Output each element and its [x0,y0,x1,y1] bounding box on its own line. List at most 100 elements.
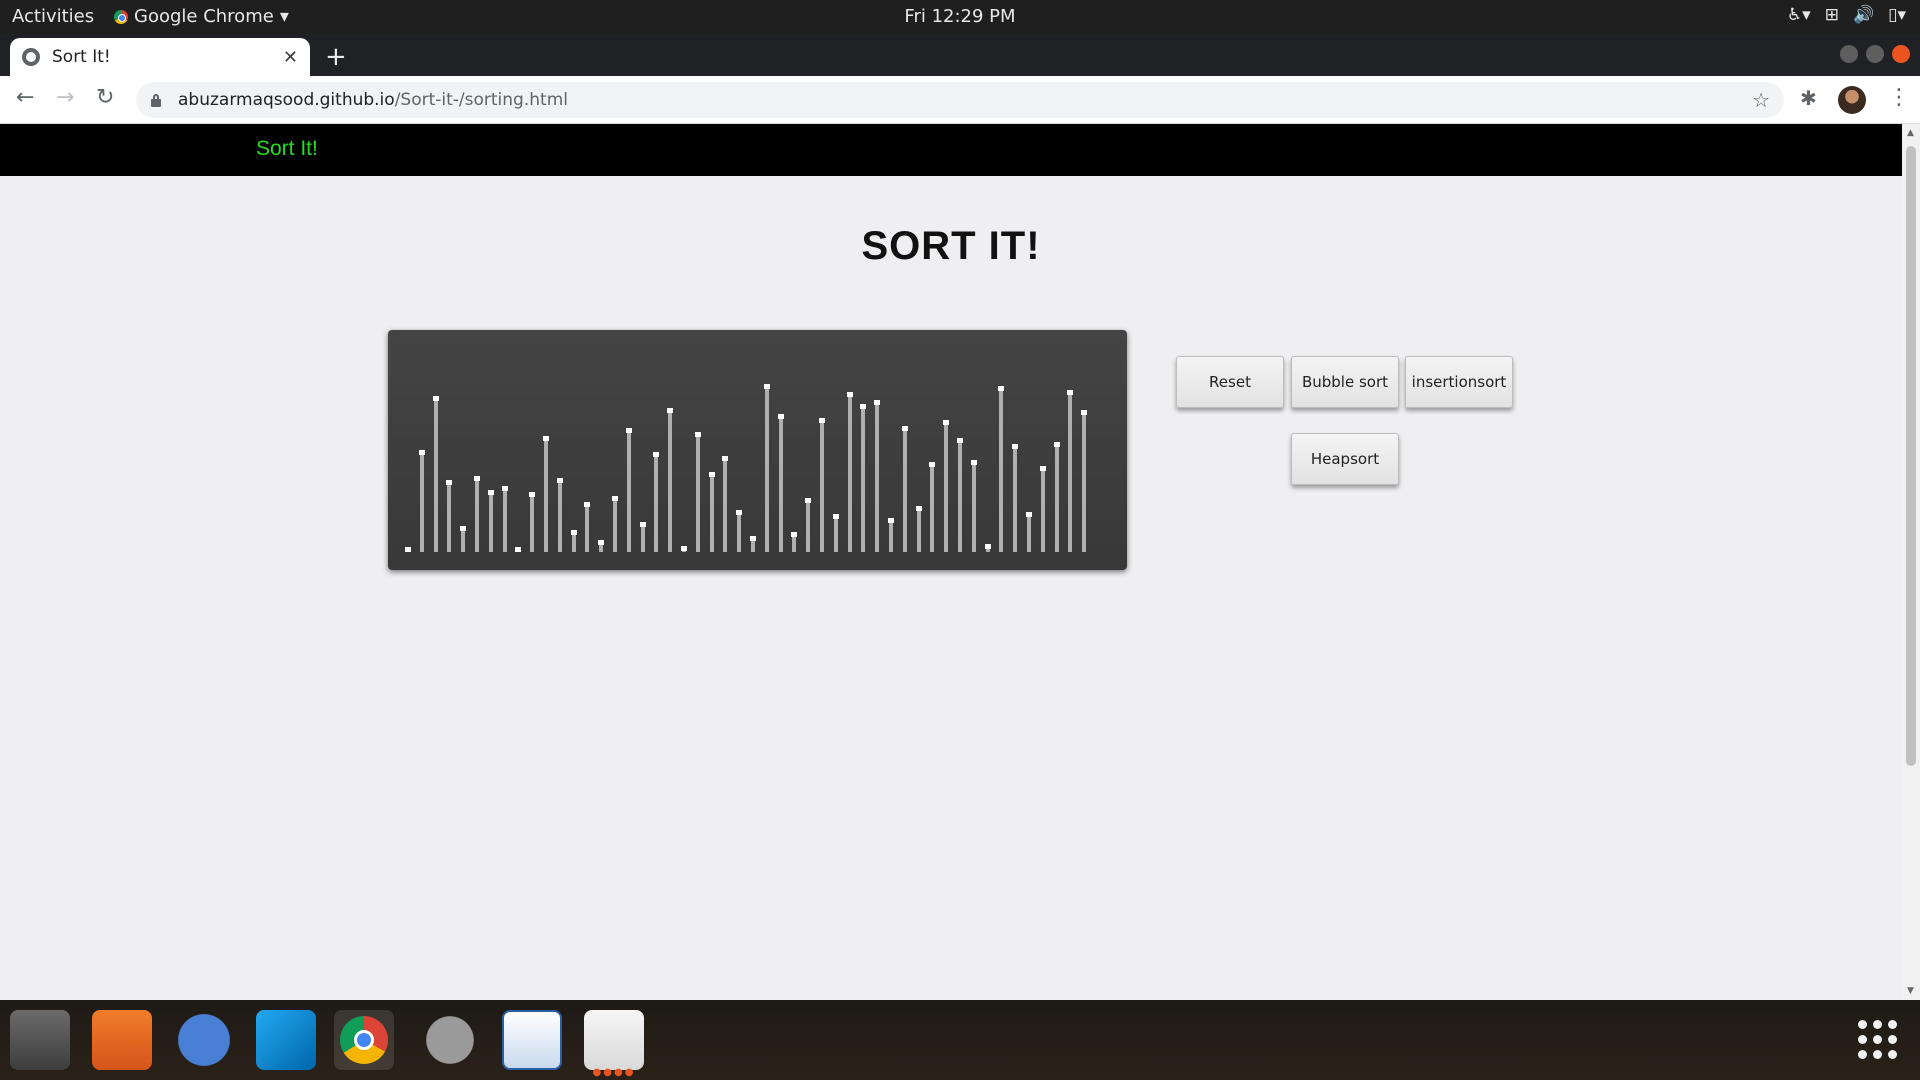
array-bar [1012,444,1019,552]
close-icon[interactable]: ✕ [283,47,298,68]
image-viewer-icon[interactable] [502,1010,562,1070]
software-icon[interactable] [92,1010,152,1070]
array-bar [984,544,991,552]
close-window-button[interactable] [1892,45,1910,63]
chrome-icon[interactable] [334,1010,394,1070]
system-tray[interactable]: ♿▾ ⊞ 🔊 ▯▾ [1787,5,1906,25]
page-title: SORT IT! [861,224,1041,268]
lock-icon[interactable] [150,93,162,107]
battery-icon[interactable]: ▯▾ [1888,5,1906,25]
scrollbar-thumb[interactable] [1906,146,1916,766]
extensions-icon[interactable]: ✱ [1800,86,1817,110]
array-bar [432,396,439,552]
array-bar [708,472,715,552]
array-bar [736,510,743,552]
site-navbar: Sort It! [0,124,1902,176]
array-bar [515,547,522,552]
array-bar [694,432,701,552]
scroll-down-icon[interactable]: ▼ [1907,986,1914,996]
help-icon[interactable] [174,1010,234,1070]
accessibility-icon[interactable]: ♿▾ [1787,5,1811,25]
array-bar [598,540,605,552]
clock[interactable]: Fri 12:29 PM [904,6,1015,27]
site-brand-link[interactable]: Sort It! [256,137,318,161]
volume-icon[interactable]: 🔊 [1853,5,1874,25]
kebab-menu-icon[interactable]: ⋮ [1888,85,1910,110]
forward-button[interactable]: → [56,85,74,110]
new-tab-button[interactable]: + [325,42,347,72]
array-bar [1081,410,1088,552]
vscode-icon[interactable] [256,1010,316,1070]
array-bar [418,450,425,552]
array-bar [1067,390,1074,552]
array-bar [970,460,977,552]
running-indicator: ●●●● [592,1067,636,1078]
array-bar [888,518,894,552]
array-bar [832,514,839,552]
bookmark-star-icon[interactable]: ☆ [1752,88,1770,112]
array-bar [1039,466,1046,552]
network-icon[interactable]: ⊞ [1825,5,1839,25]
app-menu-label: Google Chrome [134,6,274,27]
array-bar [667,408,674,552]
chrome-icon [114,9,128,24]
settings-icon[interactable] [420,1010,480,1070]
page-viewport: Sort It! SORT IT! Reset Bubble sort inse… [0,124,1920,1000]
scroll-up-icon[interactable]: ▲ [1907,128,1914,138]
array-bar [681,546,687,552]
array-bar [901,426,908,552]
array-bar [791,532,798,552]
array-bar [501,486,508,552]
maximize-button[interactable] [1866,45,1884,63]
array-bar [529,492,536,552]
array-bar [750,536,756,552]
array-bar [1026,512,1032,552]
page-scrollbar[interactable]: ▲ ▼ [1902,124,1920,1000]
array-bar [943,420,950,552]
activities-button[interactable]: Activities [12,6,94,27]
array-bar [763,384,770,552]
globe-icon [22,48,40,66]
array-bar [584,502,591,552]
address-bar[interactable]: abuzarmaqsood.github.io /Sort-it-/sortin… [136,82,1784,118]
array-bar [446,480,453,552]
reset-button[interactable]: Reset [1176,356,1284,408]
array-bar [819,418,825,552]
tab-sort-it[interactable]: Sort It! ✕ [10,38,310,76]
system-top-bar: Activities Google Chrome ▾ Fri 12:29 PM … [0,0,1920,34]
array-bar [487,490,494,552]
evince-icon[interactable]: ●●●● [584,1010,644,1078]
bubble-sort-button[interactable]: Bubble sort [1291,356,1399,408]
insertion-sort-button[interactable]: insertionsort [1405,356,1513,408]
array-bar [860,404,867,552]
array-bar [846,392,853,552]
profile-avatar[interactable] [1838,86,1866,114]
array-bar [874,400,881,552]
minimize-button[interactable] [1840,45,1858,63]
array-bar [612,496,618,552]
dock: ●●●● [0,1000,1920,1080]
window-controls [1840,45,1910,63]
array-bar [915,506,922,552]
array-bar [805,498,812,552]
chevron-down-icon: ▾ [279,6,289,27]
reload-button[interactable]: ↻ [96,85,114,110]
app-menu[interactable]: Google Chrome ▾ [114,6,289,27]
array-bar [474,476,480,552]
array-bar [625,428,632,552]
array-bar [957,438,963,552]
array-bar [1053,442,1060,552]
array-bar [405,547,411,552]
files-icon[interactable] [10,1010,70,1070]
back-button[interactable]: ← [16,85,34,110]
array-bar [653,452,660,552]
url-path: /Sort-it-/sorting.html [394,90,568,110]
show-applications-button[interactable] [1858,1020,1898,1060]
tab-strip: Sort It! ✕ + [0,34,1920,76]
heap-sort-button[interactable]: Heapsort [1291,433,1399,485]
url-domain: abuzarmaqsood.github.io [178,90,395,110]
tab-title: Sort It! [52,47,111,67]
array-bar [722,456,729,552]
array-bar [570,530,577,552]
sorting-visualizer [388,330,1127,570]
